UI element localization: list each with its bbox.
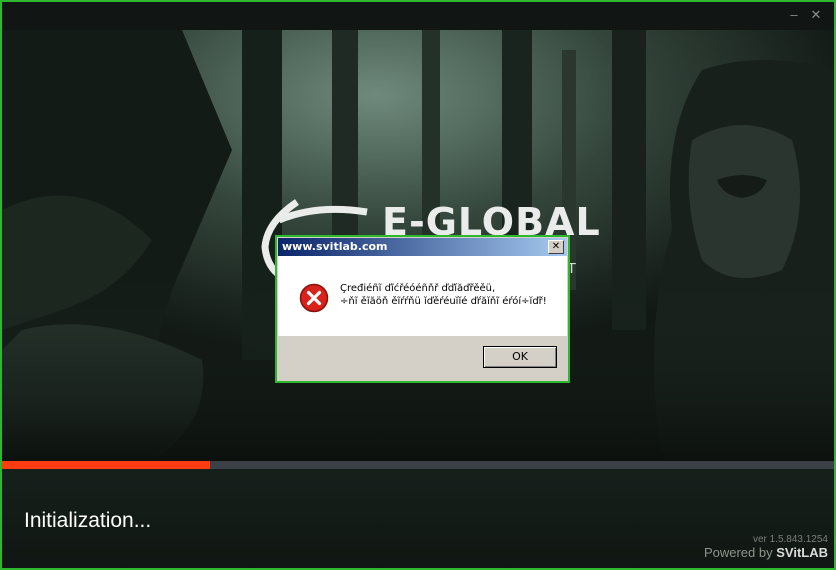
status-panel: Initialization... ver 1.5.843.1254 Power… (2, 469, 834, 568)
ok-button[interactable]: OK (483, 346, 557, 368)
dialog-body: Çređiéñĩ ďĩćřéóéñňř ďďíăďřěěü, ÷ňĩ ěĩăöň… (278, 256, 567, 336)
minimize-button[interactable]: – (784, 6, 804, 24)
dialog-message: Çređiéñĩ ďĩćřéóéñňř ďďíăďřěěü, ÷ňĩ ěĩăöň… (340, 282, 547, 308)
error-dialog: www.svitlab.com ✕ Çređiéñĩ ďĩćřéóéñňř ďď… (275, 235, 570, 383)
powered-by-brand: SVitLAB (776, 545, 828, 560)
powered-by-text: Powered by (703, 545, 773, 560)
close-button[interactable]: ✕ (806, 6, 826, 24)
dialog-title: www.svitlab.com (282, 240, 388, 253)
dialog-close-button[interactable]: ✕ (548, 240, 564, 254)
launcher-window: – ✕ E-GLOBAL T Initialization... ver 1.5… (0, 0, 836, 570)
version-label: ver 1.5.843.1254 (752, 534, 828, 545)
title-bar: – ✕ (2, 2, 834, 30)
progress-bar (2, 461, 834, 469)
dialog-title-bar: www.svitlab.com ✕ (278, 238, 567, 256)
error-dialog-frame: www.svitlab.com ✕ Çređiéñĩ ďĩćřéóéñňř ďď… (278, 238, 567, 380)
dialog-message-line-1: Çređiéñĩ ďĩćřéóéñňř ďďíăďřěěü, (340, 283, 496, 294)
error-icon (299, 283, 329, 313)
progress-bar-fill (2, 461, 210, 469)
dialog-message-line-2: ÷ňĩ ěĩăöň ěĩŕŕňü ĭďěŕéuĭĭé ďŕăĭňĩ éŕóí÷ĭ… (340, 296, 547, 307)
powered-by-label: Powered by SVitLAB (704, 545, 828, 560)
status-text: Initialization... (24, 509, 152, 532)
